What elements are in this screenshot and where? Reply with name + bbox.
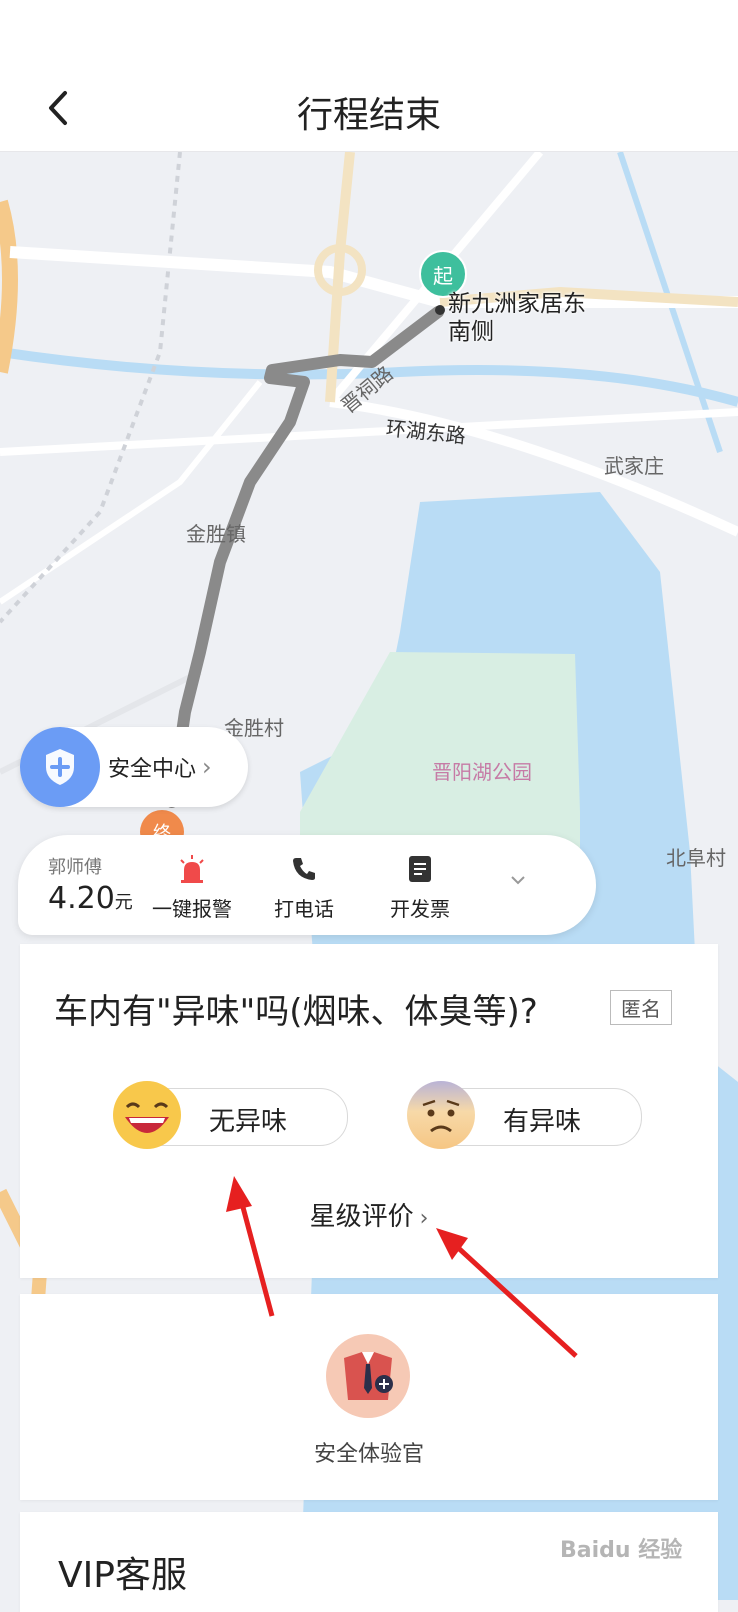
safety-officer-card: 安全体验官: [20, 1294, 718, 1500]
alarm-light-icon: [142, 851, 242, 887]
safety-center-button[interactable]: 安全中心 ›: [20, 727, 248, 807]
shield-icon: [20, 727, 100, 807]
emergency-alarm-button[interactable]: 一键报警: [142, 851, 242, 922]
safety-officer-label: 安全体验官: [313, 1442, 424, 1467]
anonymous-tag: 匿名: [610, 990, 672, 1025]
place-label-park: 晋阳湖公园: [432, 760, 532, 784]
call-driver-label: 打电话: [274, 897, 334, 921]
call-driver-button[interactable]: 打电话: [254, 851, 354, 922]
driver-info-bar: 郭师傅 4.20元 一键报警 打电话 开发票: [18, 835, 596, 935]
emergency-alarm-label: 一键报警: [152, 897, 232, 921]
odor-survey-card: 车内有"异味"吗(烟味、体臭等)? 匿名 无异味 有异味 星级评价 ›: [20, 944, 718, 1278]
chevron-right-icon: ›: [202, 753, 212, 781]
has-odor-button[interactable]: 有异味: [407, 1081, 642, 1149]
road-major-west: [0, 199, 18, 374]
status-bar: [0, 0, 738, 68]
baidu-watermark: Baidu 经验: [560, 1538, 683, 1563]
place-label-wujiazhuang: 武家庄: [604, 454, 664, 478]
safety-center-label: 安全中心: [108, 757, 197, 782]
has-odor-label: 有异味: [503, 1107, 582, 1137]
road-minor: [0, 408, 738, 456]
place-label-jinsheng-town: 金胜镇: [186, 522, 246, 546]
top-nav-bar: 行程结束: [0, 68, 738, 152]
no-odor-button[interactable]: 无异味: [113, 1081, 348, 1149]
laughing-face-icon: [111, 1079, 183, 1151]
suit-badge-icon[interactable]: [326, 1334, 410, 1418]
phone-icon: [254, 851, 354, 887]
driver-name: 郭师傅: [48, 857, 102, 878]
sad-face-icon: [405, 1079, 477, 1151]
no-odor-label: 无异味: [209, 1107, 288, 1137]
start-dot: [435, 305, 445, 315]
odor-question: 车内有"异味"吗(烟味、体臭等)?: [54, 992, 538, 1032]
railway: [0, 152, 182, 624]
place-label-beifu: 北阜村: [666, 846, 726, 870]
fare-amount: 4.20元: [48, 881, 133, 916]
invoice-button[interactable]: 开发票: [370, 851, 470, 922]
start-location-name: 新九洲家居东 南侧: [448, 290, 586, 346]
page-title: 行程结束: [296, 95, 441, 136]
start-name-line1: 新九洲家居东: [448, 291, 586, 317]
star-rating-label: 星级评价: [309, 1202, 414, 1232]
fare-value: 4.20: [48, 881, 115, 916]
vip-service-title: VIP客服: [58, 1555, 187, 1596]
invoice-label: 开发票: [390, 897, 450, 921]
star-rating-link[interactable]: 星级评价 ›: [20, 1196, 718, 1233]
start-name-line2: 南侧: [448, 319, 494, 345]
chevron-right-icon: ›: [419, 1206, 429, 1231]
chevron-down-icon[interactable]: [510, 869, 526, 890]
fare-currency: 元: [114, 892, 133, 913]
invoice-icon: [370, 851, 470, 887]
